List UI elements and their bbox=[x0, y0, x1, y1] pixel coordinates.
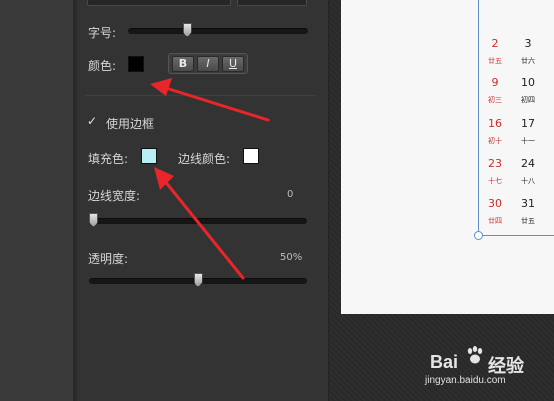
baidu-paw-icon bbox=[467, 346, 483, 364]
font-family-select[interactable] bbox=[87, 0, 231, 6]
selection-frame[interactable] bbox=[478, 0, 554, 236]
format-button-group: B I U bbox=[168, 53, 248, 74]
section-divider bbox=[86, 95, 316, 96]
font-style-select[interactable] bbox=[237, 0, 307, 6]
text-color-label: 颜色: bbox=[88, 59, 117, 73]
text-color-swatch[interactable] bbox=[128, 56, 144, 72]
opacity-value: 50% bbox=[280, 252, 303, 263]
baidu-url: jingyan.baidu.com bbox=[425, 375, 506, 386]
baidu-logo-text: Bai bbox=[430, 352, 459, 372]
use-border-checkbox[interactable]: ✓ bbox=[87, 115, 100, 128]
fill-color-label: 填充色: bbox=[88, 152, 129, 166]
resize-handle[interactable] bbox=[474, 231, 483, 240]
use-border-label: 使用边框 bbox=[106, 117, 155, 131]
left-sidebar-strip bbox=[0, 0, 75, 401]
opacity-label: 透明度: bbox=[88, 252, 129, 266]
font-size-slider-track[interactable] bbox=[128, 28, 308, 34]
italic-button[interactable]: I bbox=[197, 56, 219, 72]
border-width-label: 边线宽度: bbox=[88, 189, 141, 203]
border-color-swatch[interactable] bbox=[243, 148, 259, 164]
fill-color-swatch[interactable] bbox=[141, 148, 157, 164]
underline-button[interactable]: U bbox=[222, 56, 244, 72]
bold-button[interactable]: B bbox=[172, 56, 194, 72]
border-color-label: 边线颜色: bbox=[178, 152, 231, 166]
border-width-slider-track[interactable] bbox=[89, 218, 307, 224]
border-width-value: 0 bbox=[287, 189, 294, 200]
font-size-label: 字号: bbox=[88, 26, 117, 40]
